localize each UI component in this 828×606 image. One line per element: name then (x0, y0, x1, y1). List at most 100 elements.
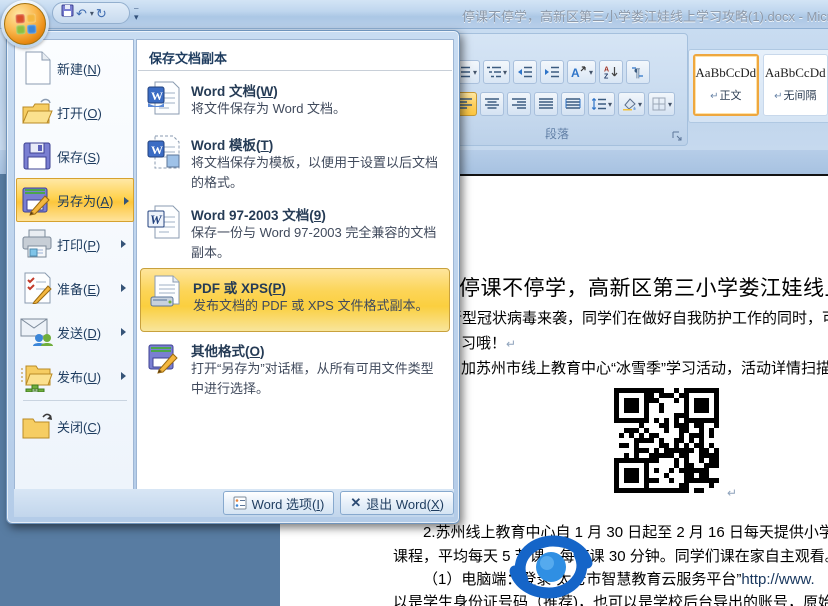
paragraph-mark-icon: ¶ (631, 65, 645, 79)
submenu-item-title: Word 97-2003 文档(9) (191, 204, 326, 224)
word-options-icon (233, 496, 247, 510)
window-title: 停课不停学，高新区第三小学娄江娃线上学习攻略(1).docx - Micr (462, 6, 828, 25)
svg-text:W: W (151, 143, 163, 157)
distribute-button[interactable] (561, 92, 585, 116)
exit-word-button[interactable]: ✕ 退出 Word(X) (340, 491, 454, 515)
office-orb (4, 3, 46, 45)
document-paragraph: 课程，平均每天 5 节课，每节课 30 分钟。同学们课在家自主观看。登 (393, 545, 828, 566)
style-sample: AaBbCcDd (695, 65, 757, 81)
new-document-icon (17, 51, 57, 85)
submenu-item-other-formats[interactable]: 其他格式(O) 打开“另存为”对话框，从所有可用文件类型中进行选择。 (139, 338, 451, 404)
character-scaling-icon: A (570, 65, 588, 79)
document-heading: 停课不停学，高新区第三小学娄江娃线上学习攻略 (459, 272, 828, 302)
customize-qat-button[interactable]: ⎯▾ (134, 4, 139, 22)
menu-item-label: 发布(U) (57, 367, 101, 386)
menu-item-label: 新建(N) (57, 59, 101, 78)
character-scaling-button[interactable]: A▾ (567, 60, 596, 84)
decrease-indent-button[interactable] (513, 60, 537, 84)
word-options-button[interactable]: Word 选项(I) (223, 491, 335, 515)
hyperlink-text[interactable]: http://www. (741, 571, 814, 588)
menu-item-save-as[interactable]: 另存为(A) (16, 178, 134, 222)
word-application-window: 停课不停学，高新区第三小学娄江娃线上学习攻略(1).docx - Micr ▾ … (0, 0, 828, 606)
dropdown-caret-icon: ▾ (668, 100, 672, 109)
office-menu-left-pane: 新建(N) 打开(O) 保存(S) 另存为(A) 打印(P) (14, 39, 134, 493)
style-no-spacing[interactable]: AaBbCcDd ↵无间隔 (763, 54, 828, 116)
submenu-item-desc: 保存一份与 Word 97-2003 完全兼容的文档副本。 (191, 223, 445, 263)
menu-item-prepare[interactable]: 准备(E) (17, 266, 131, 310)
submenu-item-word-document[interactable]: W Word 文档(W) 将文件保存为 Word 文档。 (139, 78, 451, 130)
dropdown-caret-icon: ▾ (638, 100, 642, 109)
increase-indent-button[interactable] (540, 60, 564, 84)
dropdown-caret-icon: ▾ (589, 68, 593, 77)
word-options-label: Word 选项(I) (252, 494, 325, 513)
sort-az-icon: AZ (603, 65, 619, 79)
menu-item-close[interactable]: 关闭(C) (17, 404, 131, 448)
align-center-icon (484, 97, 500, 111)
submenu-arrow-icon (121, 372, 126, 380)
style-sample: AaBbCcDd (764, 65, 827, 81)
distribute-icon (565, 97, 581, 111)
menu-item-label: 打开(O) (57, 103, 102, 122)
document-paragraph: 加苏州市线上教育中心“冰雪季”学习活动，活动详情扫描二 (461, 357, 828, 378)
open-folder-icon (17, 97, 57, 127)
menu-item-print[interactable]: 打印(P) (17, 222, 131, 266)
decrease-indent-icon (517, 65, 533, 79)
borders-button[interactable]: ▾ (648, 92, 675, 116)
menu-item-new[interactable]: 新建(N) (17, 46, 131, 90)
submenu-item-desc: 打开“另存为”对话框，从所有可用文件类型中进行选择。 (191, 359, 445, 399)
document-paragraph: 新型冠状病毒来袭，同学们在做好自我防护工作的同时，可以 (447, 307, 828, 328)
increase-indent-icon (544, 65, 560, 79)
menu-item-send[interactable]: 发送(D) (17, 310, 131, 354)
menu-item-open[interactable]: 打开(O) (17, 90, 131, 134)
submenu-header: 保存文档副本 (149, 48, 227, 67)
style-name: ↵正文 (695, 87, 757, 103)
submenu-item-title: Word 文档(W) (191, 80, 278, 100)
align-center-button[interactable] (480, 92, 504, 116)
undo-dropdown-caret-icon[interactable]: ▾ (90, 9, 94, 18)
exit-word-label: 退出 Word(X) (366, 494, 444, 513)
send-email-icon (17, 317, 57, 347)
undo-button[interactable]: ↶ (76, 7, 87, 20)
office-menu-footer: Word 选项(I) ✕ 退出 Word(X) (14, 489, 454, 517)
menu-item-label: 保存(S) (57, 147, 100, 166)
svg-text:W: W (151, 89, 163, 103)
printer-icon (17, 229, 57, 259)
submenu-item-word-97-2003[interactable]: W Word 97-2003 文档(9) 保存一份与 Word 97-2003 … (139, 202, 451, 268)
style-normal[interactable]: AaBbCcDd ↵正文 (693, 54, 759, 116)
submenu-item-desc: 发布文档的 PDF 或 XPS 文件格式副本。 (193, 296, 447, 316)
dialog-launcher-icon[interactable] (672, 130, 684, 142)
qr-code (610, 384, 723, 497)
pilcrow-icon: ↵ (710, 91, 718, 102)
menu-item-publish[interactable]: 发布(U) (17, 354, 131, 398)
dropdown-caret-icon: ▾ (608, 100, 612, 109)
multilevel-list-button[interactable]: ▾ (483, 60, 510, 84)
save-as-icon (17, 184, 57, 216)
svg-text:W: W (150, 212, 163, 227)
office-menu: 新建(N) 打开(O) 保存(S) 另存为(A) 打印(P) (6, 30, 460, 524)
submenu-arrow-icon (124, 197, 129, 205)
save-button[interactable] (61, 4, 74, 22)
line-spacing-button[interactable]: ▾ (588, 92, 615, 116)
paint-bucket-icon (621, 97, 637, 111)
sort-button[interactable]: AZ (599, 60, 623, 84)
shading-button[interactable]: ▾ (618, 92, 645, 116)
redo-button[interactable]: ↻ (96, 7, 107, 20)
pdf-xps-icon (149, 275, 183, 314)
show-formatting-marks-button[interactable]: ¶ (626, 60, 650, 84)
publish-folder-icon (17, 360, 57, 392)
styles-gallery: AaBbCcDd ↵正文 AaBbCcDd ↵无间隔 (688, 49, 828, 123)
submenu-item-pdf-xps[interactable]: PDF 或 XPS(P) 发布文档的 PDF 或 XPS 文件格式副本。 (140, 268, 450, 332)
svg-text:Z: Z (604, 74, 609, 80)
other-formats-icon (147, 341, 181, 380)
justify-button[interactable] (534, 92, 558, 116)
submenu-item-word-template[interactable]: W Word 模板(T) 将文档保存为模板，以便用于设置以后文档的格式。 (139, 132, 451, 198)
menu-item-label: 准备(E) (57, 279, 100, 298)
align-right-button[interactable] (507, 92, 531, 116)
submenu-arrow-icon (121, 240, 126, 248)
menu-item-save[interactable]: 保存(S) (17, 134, 131, 178)
document-paragraph: 习哦！↵ (461, 332, 516, 353)
align-right-icon (511, 97, 527, 111)
office-button[interactable] (1, 0, 49, 48)
borders-grid-icon (651, 97, 667, 111)
menu-item-label: 另存为(A) (57, 191, 113, 210)
